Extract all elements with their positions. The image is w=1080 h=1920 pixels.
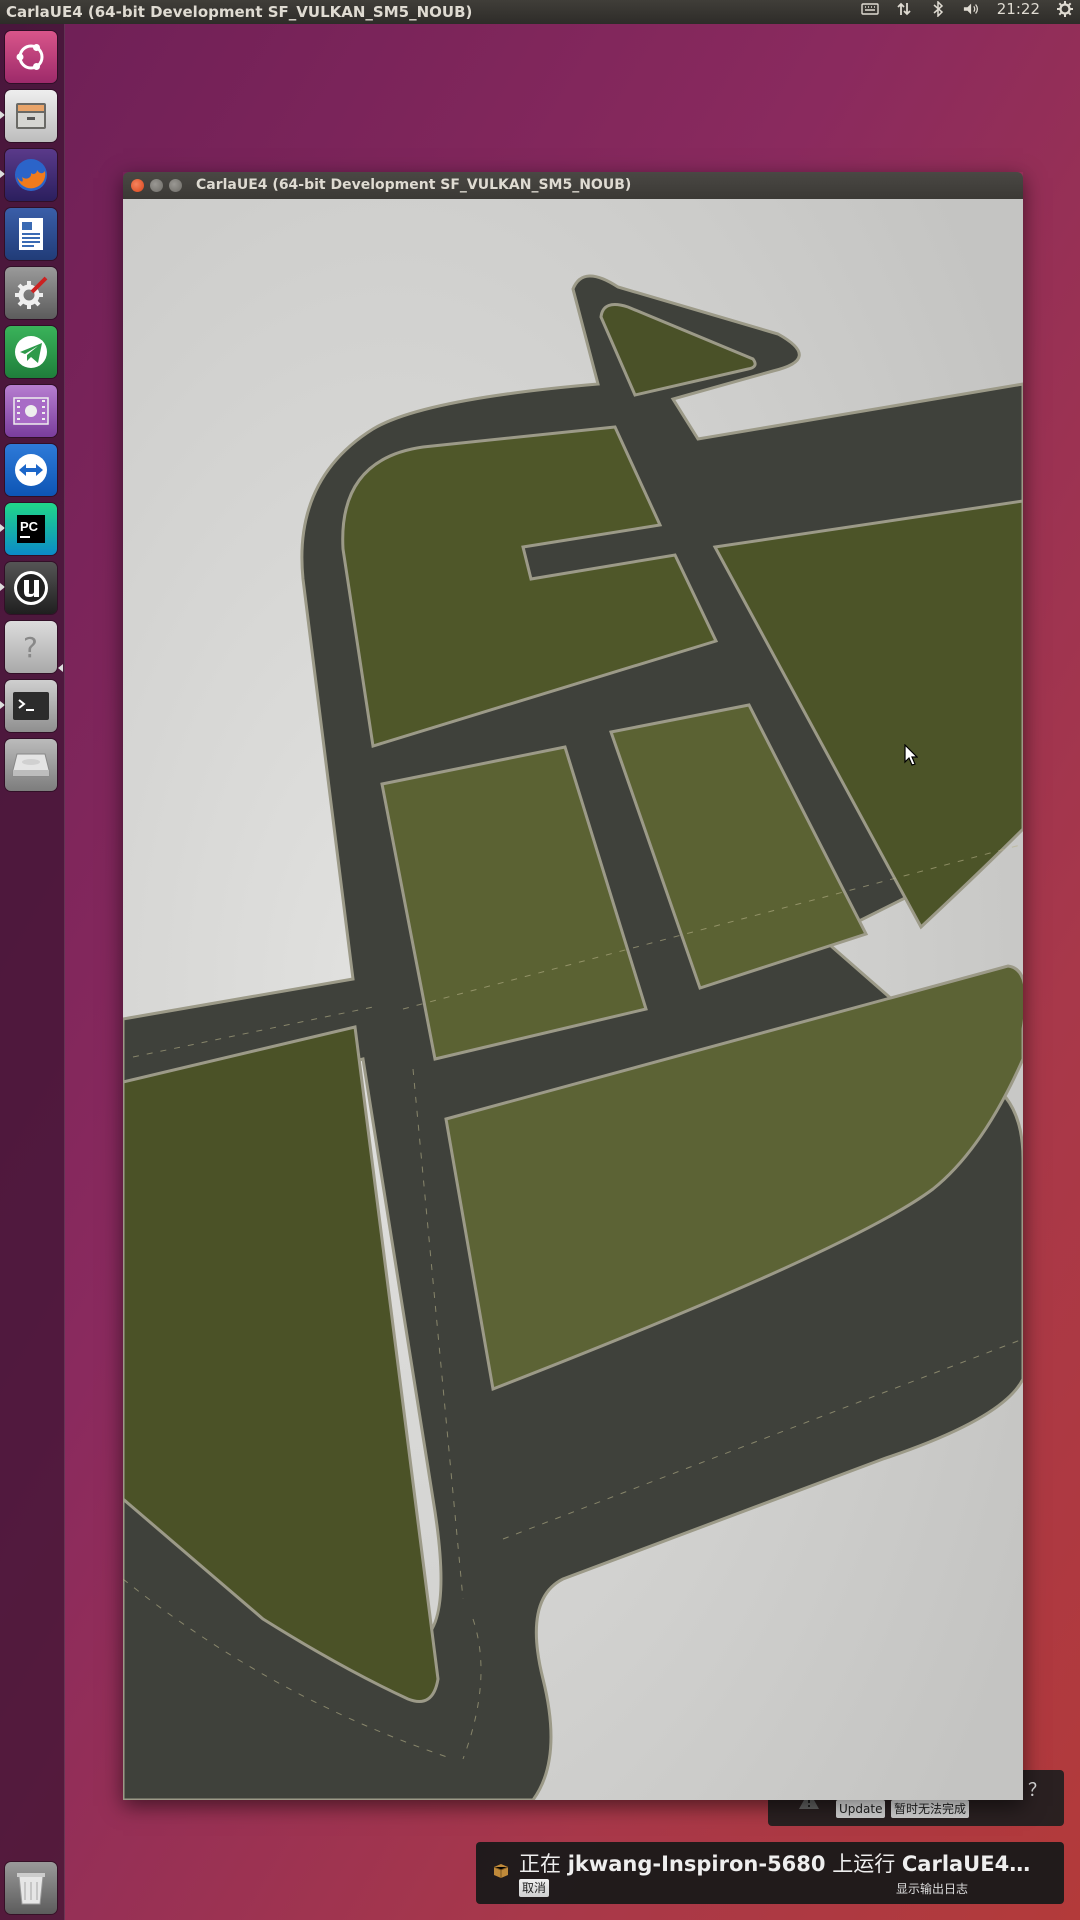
telegram-icon[interactable] <box>5 326 57 378</box>
files-icon[interactable] <box>5 90 57 142</box>
firefox-icon[interactable] <box>5 149 57 201</box>
running-notification: 正在 jkwang-Inspiron-5680 上运行 CarlaUE4… 取消… <box>476 1842 1064 1904</box>
window-title: CarlaUE4 (64-bit Development SF_VULKAN_S… <box>196 177 632 193</box>
svg-text:PC: PC <box>20 519 39 534</box>
drive-icon[interactable] <box>5 739 57 791</box>
system-settings-icon[interactable] <box>5 267 57 319</box>
cancel-button[interactable]: 取消 <box>519 1879 550 1897</box>
network-icon[interactable] <box>895 0 913 18</box>
active-window-title: CarlaUE4 (64-bit Development SF_VULKAN_S… <box>6 3 473 21</box>
svg-text:?: ? <box>23 631 38 664</box>
clock[interactable]: 21:22 <box>997 0 1040 18</box>
teamviewer-icon[interactable] <box>5 444 57 496</box>
writer-icon[interactable] <box>5 208 57 260</box>
package-icon <box>493 1864 509 1878</box>
trash-icon[interactable] <box>5 1862 57 1914</box>
town-map <box>123 199 1023 1800</box>
window-minimize-icon[interactable] <box>150 179 163 192</box>
launcher: PC ? <box>0 24 65 1920</box>
window-close-icon[interactable] <box>131 179 144 192</box>
terminal-icon[interactable] <box>5 680 57 732</box>
game-viewport[interactable] <box>123 199 1023 1800</box>
later-button[interactable]: 暂时无法完成 <box>891 1800 970 1818</box>
mouse-cursor-icon <box>904 744 918 766</box>
update-button[interactable]: Update <box>836 1800 886 1818</box>
gear-icon[interactable] <box>1056 0 1074 18</box>
window-maximize-icon[interactable] <box>169 179 182 192</box>
volume-icon[interactable] <box>963 0 981 18</box>
bluetooth-icon[interactable] <box>929 0 947 18</box>
unknown-app-icon[interactable]: ? <box>5 621 57 673</box>
show-log-link[interactable]: 显示输出日志 <box>896 1880 968 1897</box>
pycharm-icon[interactable]: PC <box>5 503 57 555</box>
ubuntu-dash-icon[interactable] <box>5 31 57 83</box>
update-notification-text: ？ <box>1028 1780 1046 1801</box>
app-window: CarlaUE4 (64-bit Development SF_VULKAN_S… <box>123 172 1023 1800</box>
video-icon[interactable] <box>5 385 57 437</box>
unreal-engine-icon[interactable] <box>5 562 57 614</box>
top-panel: CarlaUE4 (64-bit Development SF_VULKAN_S… <box>0 0 1080 24</box>
window-titlebar[interactable]: CarlaUE4 (64-bit Development SF_VULKAN_S… <box>123 172 1023 199</box>
keyboard-icon[interactable] <box>861 0 879 18</box>
running-notification-title: 正在 jkwang-Inspiron-5680 上运行 CarlaUE4… <box>519 1852 1031 1876</box>
system-tray: 21:22 <box>861 0 1074 18</box>
